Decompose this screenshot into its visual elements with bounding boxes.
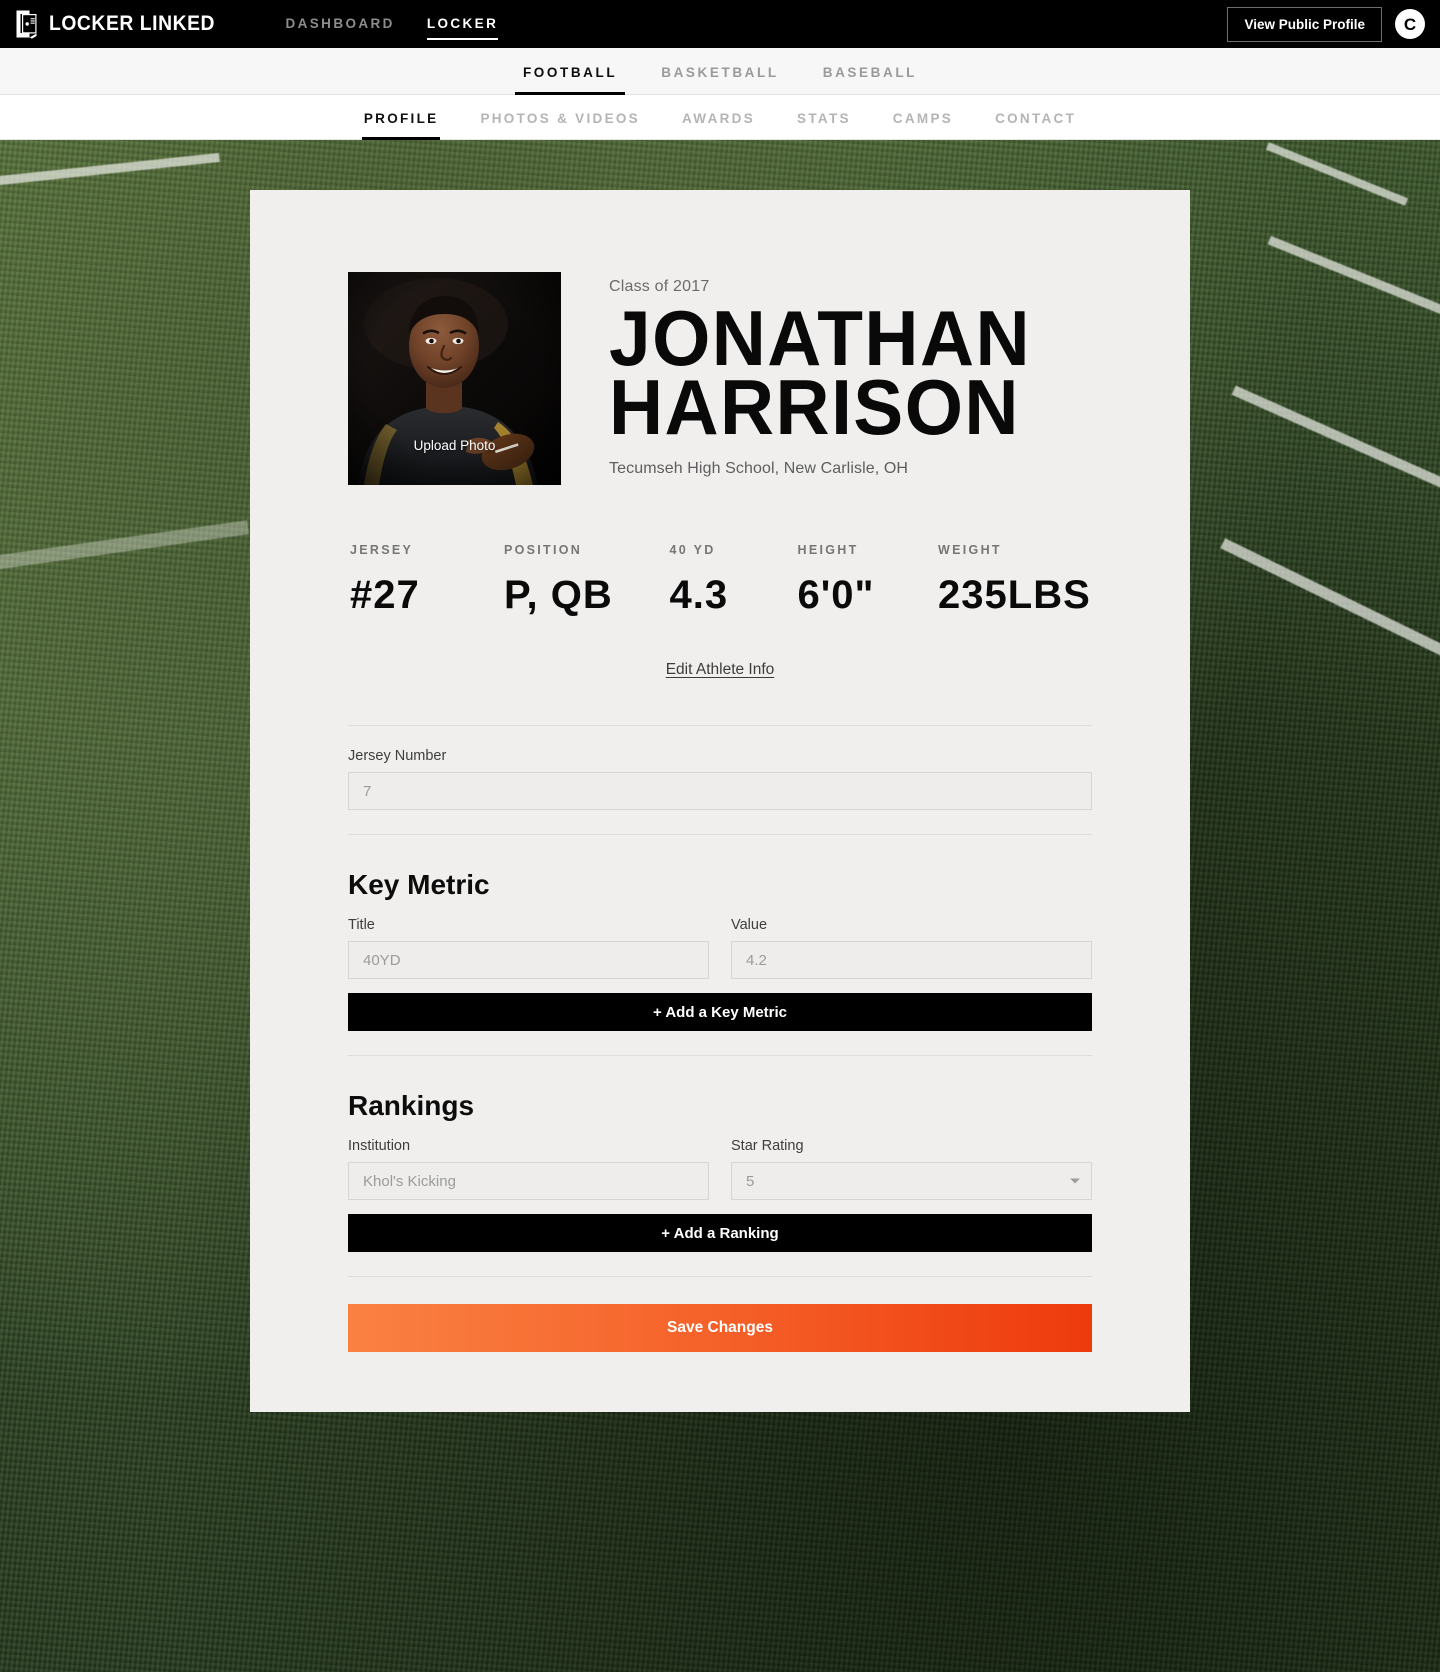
stat-label: POSITION [503, 543, 583, 557]
tab-basketball[interactable]: BASKETBALL [639, 48, 801, 95]
stat-height: HEIGHT 6'0" [798, 543, 939, 615]
profile-sub-navigation: PROFILE PHOTOS & VIDEOS AWARDS STATS CAM… [0, 95, 1440, 140]
institution-field: Institution [348, 1138, 709, 1200]
key-metric-value-field: Value [731, 917, 1092, 979]
page-title: JONATHAN HARRISON [609, 299, 1031, 451]
subtab-profile[interactable]: PROFILE [343, 95, 460, 140]
athlete-identity: Class of 2017 JONATHAN HARRISON Tecumseh… [609, 272, 1049, 485]
edit-athlete-info-link[interactable]: Edit Athlete Info [666, 661, 775, 678]
top-navigation-bar: LOCKER LINKED DASHBOARD LOCKER View Publ… [0, 0, 1440, 48]
save-changes-button[interactable]: Save Changes [348, 1304, 1092, 1352]
subtab-awards[interactable]: AWARDS [661, 95, 776, 140]
stat-position: POSITION P, QB [504, 543, 670, 615]
sport-tab-bar: FOOTBALL BASKETBALL BASEBALL [0, 48, 1440, 95]
athlete-stat-row: JERSEY #27 POSITION P, QB 40 YD 4.3 HEIG… [348, 543, 1092, 615]
star-rating-select[interactable]: 5 [731, 1162, 1092, 1200]
nav-item-dashboard[interactable]: DASHBOARD [269, 0, 410, 48]
stat-label: WEIGHT [938, 543, 1002, 557]
athlete-school: Tecumseh High School, New Carlisle, OH [609, 460, 909, 478]
brand-name: LOCKER LINKED [49, 12, 216, 35]
view-public-profile-button[interactable]: View Public Profile [1227, 6, 1382, 42]
avatar[interactable]: C [1395, 9, 1425, 39]
stat-value: 235LBS [938, 573, 1091, 617]
jersey-number-field-block: Jersey Number [348, 748, 1092, 810]
athlete-photo [348, 272, 561, 485]
add-key-metric-button[interactable]: + Add a Key Metric [348, 993, 1092, 1031]
profile-header: Upload Photo Class of 2017 JONATHAN HARR… [348, 190, 1092, 485]
stat-label: JERSEY [350, 543, 414, 557]
star-rating-select-wrap: 5 [731, 1162, 1092, 1200]
key-metric-title-input[interactable] [348, 941, 709, 979]
edit-athlete-info-row: Edit Athlete Info [348, 661, 1092, 679]
stat-jersey: JERSEY #27 [350, 543, 504, 615]
key-metric-value-input[interactable] [731, 941, 1092, 979]
divider [348, 1055, 1092, 1056]
key-metric-heading: Key Metric [348, 869, 490, 900]
stat-value: 6'0" [797, 573, 875, 617]
add-ranking-button[interactable]: + Add a Ranking [348, 1214, 1092, 1252]
stat-label: HEIGHT [797, 543, 859, 557]
key-metric-fields: Title Value [348, 917, 1092, 979]
topbar-actions: View Public Profile C [1227, 6, 1425, 42]
tab-football[interactable]: FOOTBALL [501, 48, 639, 95]
tab-baseball[interactable]: BASEBALL [801, 48, 939, 95]
key-metric-title-field: Title [348, 917, 709, 979]
primary-nav: DASHBOARD LOCKER [269, 0, 514, 48]
divider [348, 834, 1092, 835]
divider [348, 725, 1092, 726]
athlete-photo-upload[interactable]: Upload Photo [348, 272, 561, 485]
stat-value: P, QB [503, 573, 613, 617]
save-row: Save Changes [348, 1304, 1092, 1352]
jersey-number-input[interactable] [348, 772, 1092, 810]
rankings-fields: Institution Star Rating 5 [348, 1138, 1092, 1200]
jersey-number-label: Jersey Number [348, 748, 447, 764]
subtab-photos-videos[interactable]: PHOTOS & VIDEOS [459, 95, 661, 140]
institution-label: Institution [348, 1138, 411, 1154]
stat-value: 4.3 [669, 573, 729, 617]
stat-weight: WEIGHT 235LBS [938, 543, 1092, 615]
stat-label: 40 YD [669, 543, 716, 557]
divider [348, 1276, 1092, 1277]
institution-input[interactable] [348, 1162, 709, 1200]
subtab-contact[interactable]: CONTACT [974, 95, 1097, 140]
star-rating-field: Star Rating 5 [731, 1138, 1092, 1200]
brand-logo[interactable]: LOCKER LINKED [14, 9, 229, 39]
key-metric-value-label: Value [731, 917, 768, 933]
athlete-last-name: HARRISON [609, 362, 1020, 451]
stat-40-yard: 40 YD 4.3 [670, 543, 798, 615]
key-metric-title-label: Title [348, 917, 375, 933]
star-rating-label: Star Rating [731, 1138, 804, 1154]
locker-logo-icon [16, 10, 37, 39]
subtab-camps[interactable]: CAMPS [872, 95, 974, 140]
subtab-stats[interactable]: STATS [776, 95, 872, 140]
stat-value: #27 [350, 573, 420, 617]
rankings-heading: Rankings [348, 1090, 475, 1121]
nav-item-locker[interactable]: LOCKER [411, 0, 514, 48]
athlete-profile-card: Upload Photo Class of 2017 JONATHAN HARR… [250, 190, 1190, 1412]
upload-photo-label: Upload Photo [413, 438, 496, 453]
field-background-hero: Upload Photo Class of 2017 JONATHAN HARR… [0, 140, 1440, 1672]
